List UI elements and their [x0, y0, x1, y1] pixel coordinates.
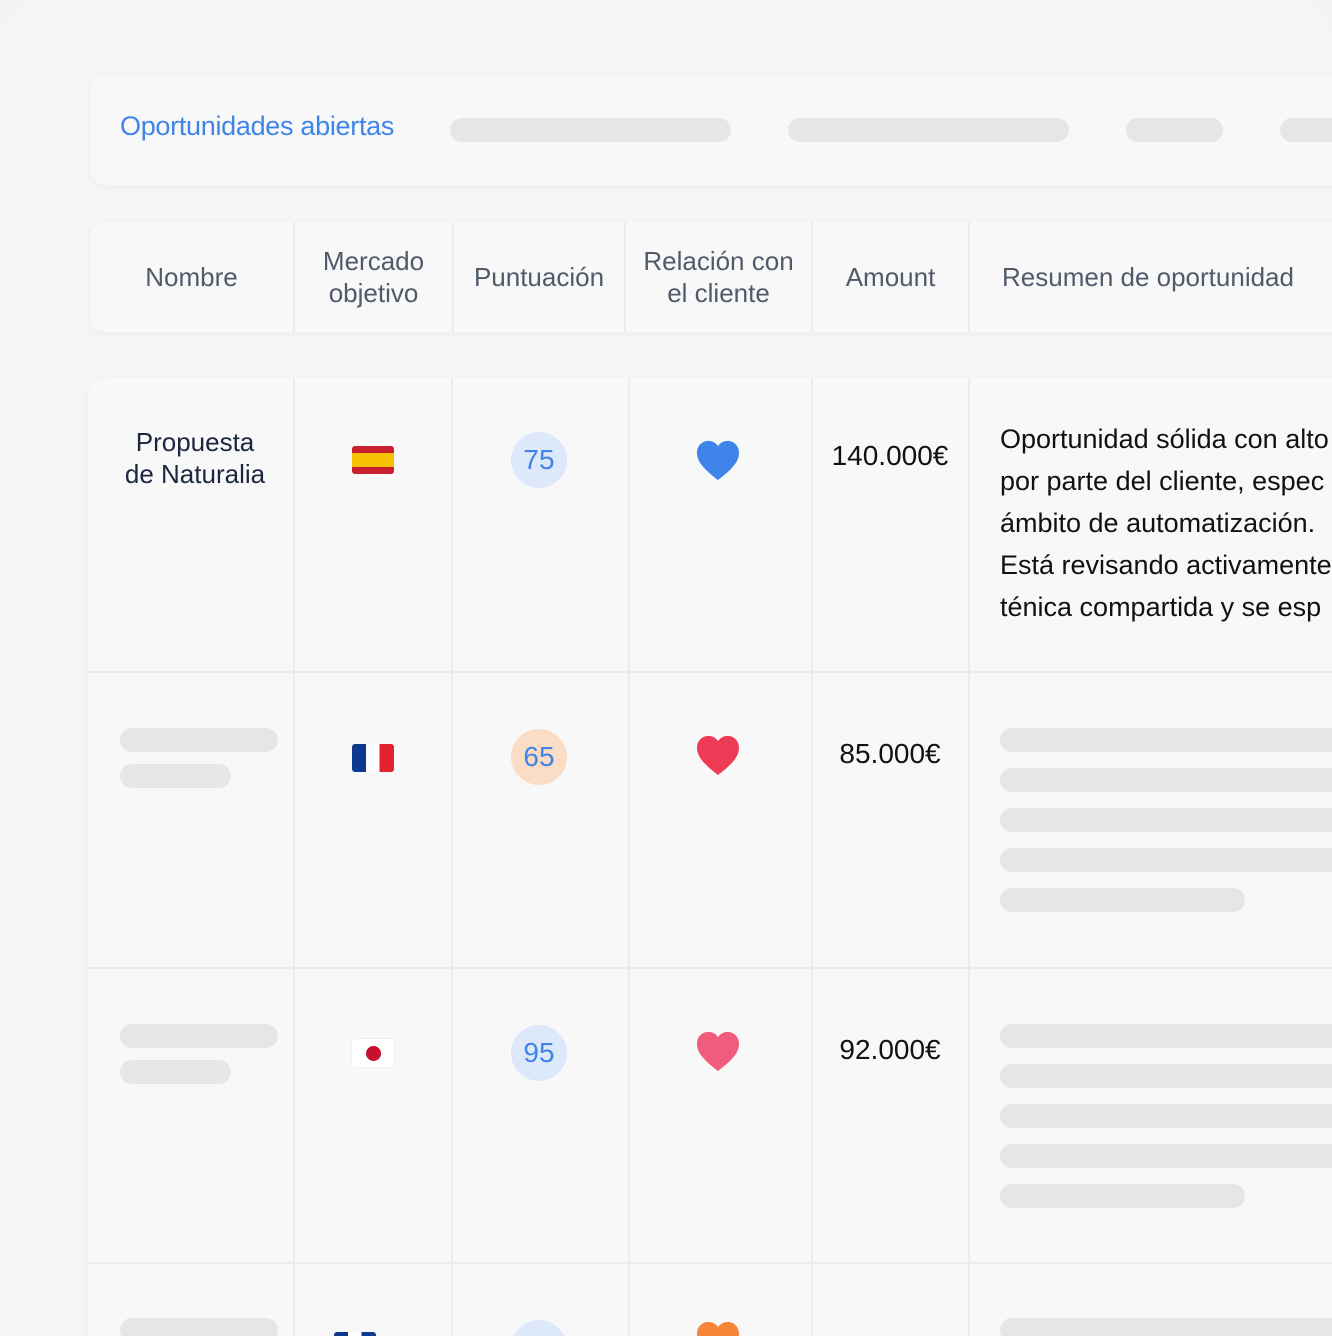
- placeholder-name: [120, 1060, 231, 1084]
- amount-value: 92.000€: [839, 1034, 941, 1065]
- placeholder-tab: [450, 118, 731, 142]
- red-heart-icon: [697, 735, 739, 776]
- placeholder-summary: [1000, 1024, 1332, 1048]
- placeholder-tab: [1126, 118, 1223, 142]
- japan-flag-icon: [352, 1039, 394, 1067]
- placeholder-tab: [1280, 118, 1332, 142]
- score-badge: 75: [511, 432, 567, 488]
- row-divider: [88, 967, 1332, 969]
- summary-line: ámbito de automatización.: [1000, 508, 1316, 538]
- column-divider: [811, 378, 813, 1336]
- placeholder-tab: [788, 118, 1069, 142]
- column-header-mercado[interactable]: Mercado objetivo: [295, 222, 454, 332]
- placeholder-name: [120, 1318, 278, 1336]
- placeholder-summary: [1000, 768, 1332, 792]
- app-frame: Oportunidades abiertas Nombre Mercado ob…: [0, 0, 1332, 1336]
- summary-line: ténica compartida y se esp: [1000, 592, 1322, 622]
- column-header-resumen[interactable]: Resumen de oportunidad: [970, 222, 1332, 332]
- page-title[interactable]: Oportunidades abiertas: [120, 111, 394, 142]
- column-divider: [968, 378, 970, 1336]
- score-badge: [511, 1320, 567, 1336]
- filter-bar: Oportunidades abiertas: [90, 75, 1332, 185]
- placeholder-summary: [1000, 888, 1245, 912]
- column-header-relacion[interactable]: Relación con el cliente: [626, 222, 813, 332]
- opportunity-summary: Oportunidad sólida con alto por parte de…: [1000, 418, 1332, 628]
- placeholder-summary: [1000, 1318, 1332, 1336]
- table-header: Nombre Mercado objetivo Puntuación Relac…: [90, 222, 1332, 332]
- placeholder-summary: [1000, 1064, 1332, 1088]
- spain-flag-icon: [352, 446, 394, 474]
- placeholder-summary: [1000, 1184, 1245, 1208]
- column-divider: [451, 378, 453, 1336]
- score-badge: 95: [511, 1025, 567, 1081]
- column-header-amount[interactable]: Amount: [813, 222, 970, 332]
- row-divider: [88, 1262, 1332, 1264]
- orange-heart-icon: [697, 1321, 739, 1336]
- column-divider: [293, 378, 295, 1336]
- column-divider: [628, 378, 630, 1336]
- opportunity-name[interactable]: Propuesta de Naturalia: [92, 426, 298, 490]
- placeholder-name: [120, 764, 231, 788]
- summary-line: por parte del cliente, espec: [1000, 466, 1325, 496]
- summary-line: Está revisando activamente: [1000, 550, 1332, 580]
- column-header-nombre[interactable]: Nombre: [90, 222, 295, 332]
- placeholder-name: [120, 1024, 278, 1048]
- blue-heart-icon: [697, 440, 739, 481]
- amount-value: 85.000€: [839, 738, 941, 769]
- flag-icon: [334, 1332, 376, 1336]
- score-badge: 65: [511, 729, 567, 785]
- table-body: Propuesta de Naturalia 75 140.000€ Oport…: [88, 378, 1332, 1336]
- amount-value: 140.000€: [831, 440, 949, 471]
- pink-heart-icon: [697, 1031, 739, 1072]
- placeholder-summary: [1000, 1104, 1332, 1128]
- placeholder-summary: [1000, 1144, 1332, 1168]
- placeholder-summary: [1000, 808, 1332, 832]
- summary-line: Oportunidad sólida con alto: [1000, 424, 1329, 454]
- placeholder-summary: [1000, 848, 1332, 872]
- row-divider: [88, 671, 1332, 673]
- france-flag-icon: [352, 744, 394, 772]
- placeholder-summary: [1000, 728, 1332, 752]
- column-header-puntuacion[interactable]: Puntuación: [454, 222, 626, 332]
- placeholder-name: [120, 728, 278, 752]
